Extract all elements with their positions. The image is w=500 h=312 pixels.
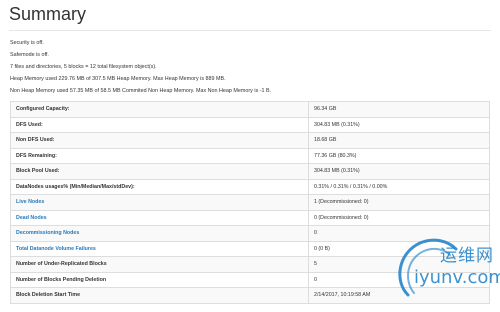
filesystem-objects-info: 7 files and directories, 5 blocks = 12 t… (10, 64, 157, 70)
table-row: Configured Capacity: 96.34 GB (10, 101, 490, 118)
datanodes-usages-value: 0.31% / 0.31% / 0.31% / 0.00% (308, 178, 490, 195)
pending-deletion-blocks-value: 0 (308, 271, 490, 288)
volume-failures-link[interactable]: Total Datanode Volume Failures (10, 240, 309, 257)
live-nodes-value: 1 (Decommissioned: 0) (308, 194, 490, 211)
table-row: Total Datanode Volume Failures 0 (0 B) (10, 240, 490, 257)
heap-memory-info: Heap Memory used 229.76 MB of 307.5 MB H… (10, 76, 226, 82)
safemode-status: Safemode is off. (10, 52, 49, 58)
table-row: Block Pool Used: 304.83 MB (0.31%) (10, 163, 490, 180)
title-divider (9, 30, 491, 31)
configured-capacity-value: 96.34 GB (308, 101, 490, 118)
table-row: DFS Remaining: 77.36 GB (80.3%) (10, 147, 490, 164)
decommissioning-nodes-value: 0 (308, 225, 490, 242)
table-row: Decommissioning Nodes 0 (10, 225, 490, 242)
block-pool-used-value: 304.83 MB (0.31%) (308, 163, 490, 180)
table-row: Live Nodes 1 (Decommissioned: 0) (10, 194, 490, 211)
configured-capacity-label: Configured Capacity: (10, 101, 309, 118)
block-deletion-start-label: Block Deletion Start Time (10, 287, 309, 304)
block-deletion-start-value: 2/14/2017, 10:19:58 AM (308, 287, 490, 304)
block-pool-used-label: Block Pool Used: (10, 163, 309, 180)
table-row: Number of Blocks Pending Deletion 0 (10, 271, 490, 288)
pending-deletion-blocks-label: Number of Blocks Pending Deletion (10, 271, 309, 288)
dfs-remaining-label: DFS Remaining: (10, 147, 309, 164)
dead-nodes-value: 0 (Decommissioned: 0) (308, 209, 490, 226)
dfs-used-value: 304.83 MB (0.31%) (308, 116, 490, 133)
nonheap-memory-info: Non Heap Memory used 57.35 MB of 58.5 MB… (10, 88, 272, 94)
live-nodes-link[interactable]: Live Nodes (10, 194, 309, 211)
under-replicated-blocks-label: Number of Under-Replicated Blocks (10, 256, 309, 273)
dfs-remaining-value: 77.36 GB (80.3%) (308, 147, 490, 164)
summary-page: Summary Security is off. Safemode is off… (0, 0, 500, 312)
page-title: Summary (9, 4, 87, 24)
non-dfs-used-value: 18.68 GB (308, 132, 490, 149)
table-row: Block Deletion Start Time 2/14/2017, 10:… (10, 287, 490, 304)
volume-failures-value: 0 (0 B) (308, 240, 490, 257)
summary-table: Configured Capacity: 96.34 GB DFS Used: … (10, 101, 490, 304)
dead-nodes-link[interactable]: Dead Nodes (10, 209, 309, 226)
datanodes-usages-label: DataNodes usages% (Min/Median/Max/stdDev… (10, 178, 309, 195)
decommissioning-nodes-link[interactable]: Decommissioning Nodes (10, 225, 309, 242)
under-replicated-blocks-value: 5 (308, 256, 490, 273)
table-row: Dead Nodes 0 (Decommissioned: 0) (10, 209, 490, 226)
dfs-used-label: DFS Used: (10, 116, 309, 133)
table-row: Number of Under-Replicated Blocks 5 (10, 256, 490, 273)
non-dfs-used-label: Non DFS Used: (10, 132, 309, 149)
security-status: Security is off. (10, 40, 44, 46)
table-row: Non DFS Used: 18.68 GB (10, 132, 490, 149)
table-row: DFS Used: 304.83 MB (0.31%) (10, 116, 490, 133)
table-row: DataNodes usages% (Min/Median/Max/stdDev… (10, 178, 490, 195)
